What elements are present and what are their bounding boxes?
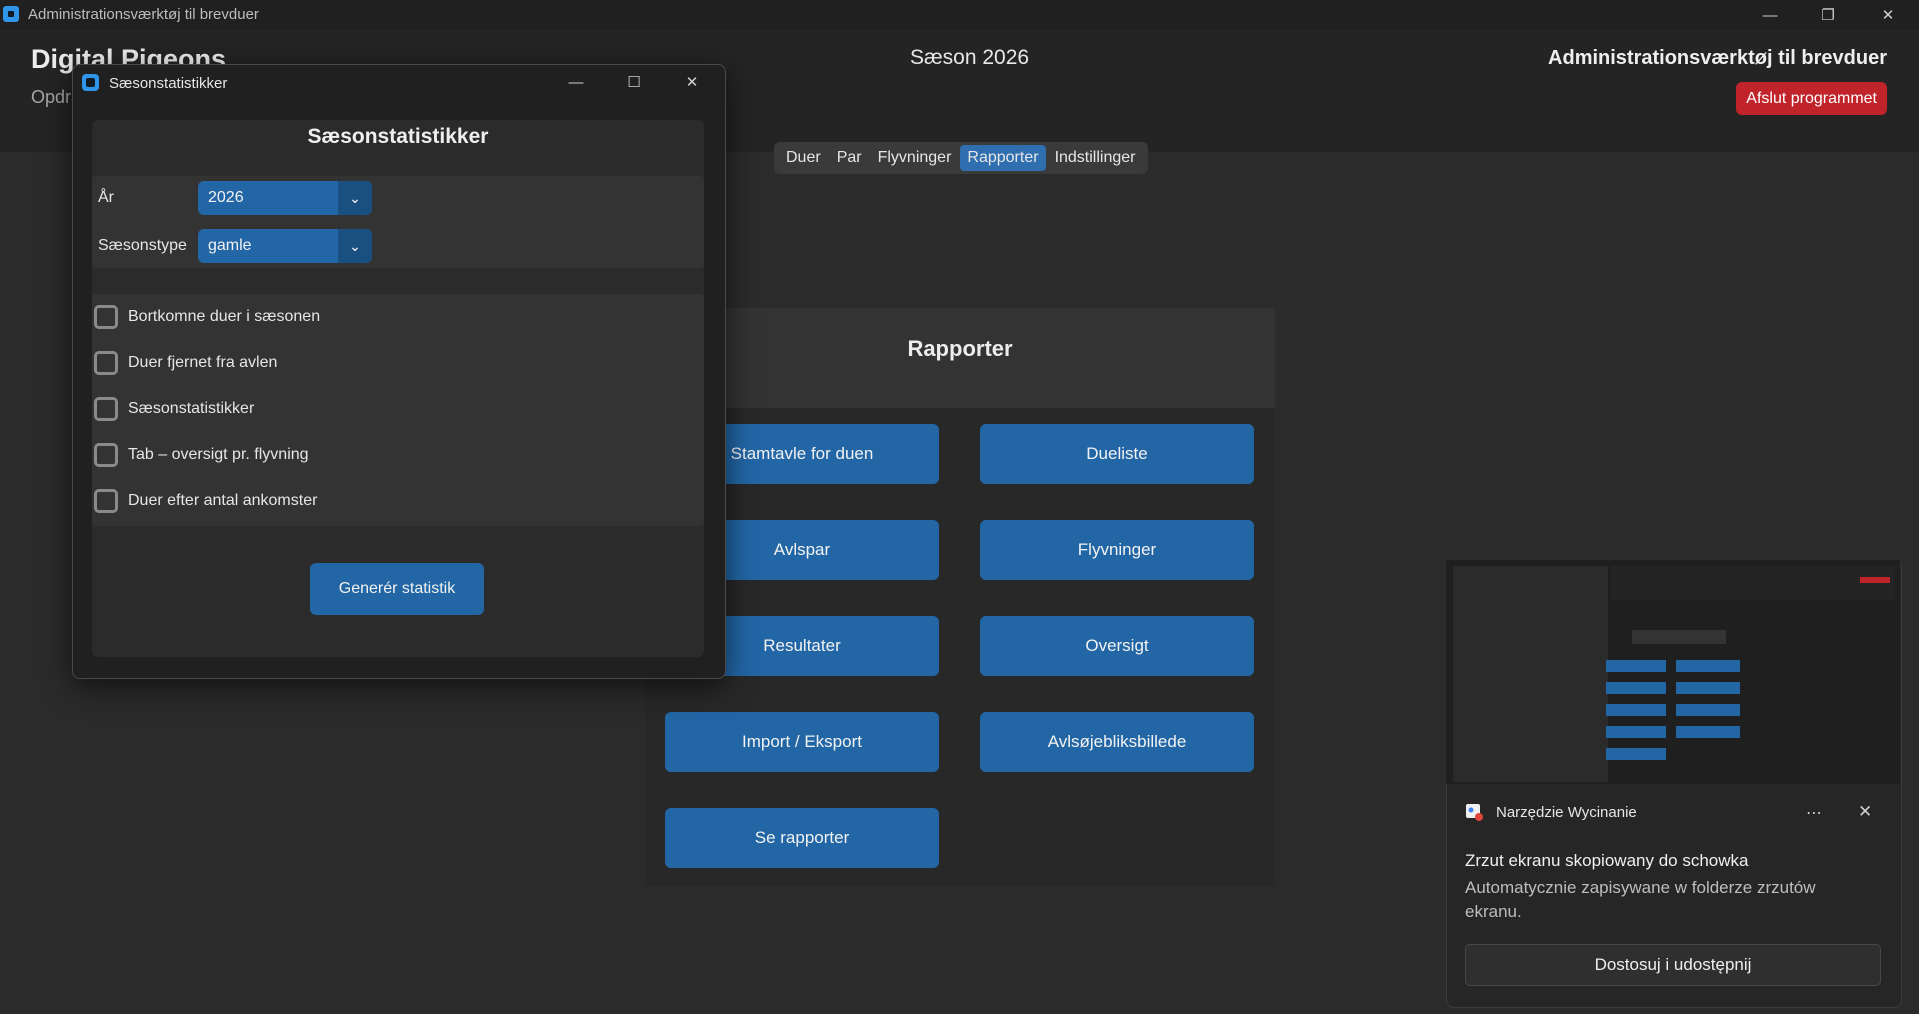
thumb-button bbox=[1676, 726, 1740, 738]
tab-par[interactable]: Par bbox=[830, 145, 869, 171]
checkbox-label: Bortkomne duer i sæsonen bbox=[128, 308, 321, 325]
season-type-value: gamle bbox=[208, 237, 252, 254]
tab-rapporter[interactable]: Rapporter bbox=[960, 145, 1046, 171]
app-title: Administrationsværktøj til brevduer bbox=[1548, 47, 1887, 69]
pigeon-list-button[interactable]: Dueliste bbox=[980, 424, 1254, 484]
thumb-button bbox=[1606, 660, 1666, 672]
dialog-maximize-icon[interactable]: ☐ bbox=[606, 68, 662, 96]
checkbox[interactable] bbox=[94, 305, 118, 329]
checkbox-label: Sæsonstatistikker bbox=[128, 400, 255, 417]
notification-title: Zrzut ekranu skopiowany do schowka bbox=[1465, 851, 1749, 870]
minimize-icon[interactable]: — bbox=[1742, 0, 1798, 30]
chevron-down-icon[interactable]: ⌄ bbox=[338, 181, 372, 215]
checkbox-row[interactable]: Bortkomne duer i sæsonen bbox=[92, 305, 320, 329]
thumb-button bbox=[1606, 748, 1666, 760]
view-reports-button[interactable]: Se rapporter bbox=[665, 808, 939, 868]
generate-stats-button[interactable]: Generér statistik bbox=[310, 563, 484, 615]
snipping-tool-icon bbox=[1466, 804, 1483, 821]
flights-button[interactable]: Flyvninger bbox=[980, 520, 1254, 580]
restore-icon[interactable]: ❐ bbox=[1800, 0, 1856, 30]
thumb-button bbox=[1606, 682, 1666, 694]
main-title-bar bbox=[0, 0, 1919, 30]
checkbox[interactable] bbox=[94, 443, 118, 467]
season-type-label: Sæsonstype bbox=[98, 237, 187, 254]
checkbox[interactable] bbox=[94, 351, 118, 375]
thumb-button bbox=[1606, 704, 1666, 716]
checkbox-label: Duer fjernet fra avlen bbox=[128, 354, 278, 371]
tab-flyvninger[interactable]: Flyvninger bbox=[871, 145, 959, 171]
notification-close-icon[interactable]: ✕ bbox=[1858, 802, 1872, 822]
thumb-header bbox=[1611, 566, 1895, 600]
dialog-window-title: Sæsonstatistikker bbox=[109, 75, 228, 92]
year-select[interactable]: 2026 ⌄ bbox=[198, 181, 372, 215]
thumb-button bbox=[1606, 726, 1666, 738]
dialog-heading: Sæsonstatistikker bbox=[307, 125, 489, 148]
tab-duer[interactable]: Duer bbox=[779, 145, 828, 171]
quit-button[interactable]: Afslut programmet bbox=[1736, 82, 1887, 115]
dialog-close-icon[interactable]: ✕ bbox=[664, 68, 720, 96]
notification-message: Automatycznie zapisywane w folderze zrzu… bbox=[1465, 878, 1816, 921]
thumb-quit bbox=[1860, 577, 1890, 583]
thumb-button bbox=[1676, 682, 1740, 694]
year-value: 2026 bbox=[208, 189, 244, 206]
checkbox-label: Duer efter antal ankomster bbox=[128, 492, 318, 509]
checkbox-row[interactable]: Duer efter antal ankomster bbox=[92, 489, 317, 513]
customize-share-button[interactable]: Dostosuj i udostępnij bbox=[1465, 944, 1881, 986]
overview-button[interactable]: Oversigt bbox=[980, 616, 1254, 676]
season-type-select[interactable]: gamle ⌄ bbox=[198, 229, 372, 263]
chevron-down-icon[interactable]: ⌄ bbox=[338, 229, 372, 263]
close-icon[interactable]: ✕ bbox=[1860, 0, 1916, 30]
nav-bar: Duer Par Flyvninger Rapporter Indstillin… bbox=[774, 142, 1148, 174]
more-options-icon[interactable]: ⋯ bbox=[1806, 803, 1822, 823]
checkbox-row[interactable]: Duer fjernet fra avlen bbox=[92, 351, 277, 375]
notification-app-name: Narzędzie Wycinanie bbox=[1496, 804, 1637, 821]
dialog-app-icon bbox=[82, 74, 99, 91]
app-icon bbox=[3, 6, 19, 22]
thumb-button bbox=[1676, 704, 1740, 716]
import-export-button[interactable]: Import / Eksport bbox=[665, 712, 939, 772]
breeding-snapshot-button[interactable]: Avlsøjebliksbillede bbox=[980, 712, 1254, 772]
dialog-minimize-icon[interactable]: — bbox=[548, 68, 604, 96]
checkbox[interactable] bbox=[94, 397, 118, 421]
checkbox-row[interactable]: Tab – oversigt pr. flyvning bbox=[92, 443, 309, 467]
tab-indstillinger[interactable]: Indstillinger bbox=[1048, 145, 1143, 171]
thumb-button bbox=[1676, 660, 1740, 672]
checkbox[interactable] bbox=[94, 489, 118, 513]
screenshot-thumbnail[interactable] bbox=[1446, 560, 1900, 784]
window-title: Administrationsværktøj til brevduer bbox=[28, 6, 259, 23]
checkbox-row[interactable]: Sæsonstatistikker bbox=[92, 397, 254, 421]
year-label: År bbox=[98, 189, 114, 206]
season-label: Sæson 2026 bbox=[910, 46, 1030, 69]
thumb-reports-head bbox=[1632, 630, 1726, 644]
reports-title: Rapporter bbox=[907, 336, 1013, 361]
checkbox-label: Tab – oversigt pr. flyvning bbox=[128, 446, 309, 463]
thumb-dialog bbox=[1453, 566, 1608, 782]
